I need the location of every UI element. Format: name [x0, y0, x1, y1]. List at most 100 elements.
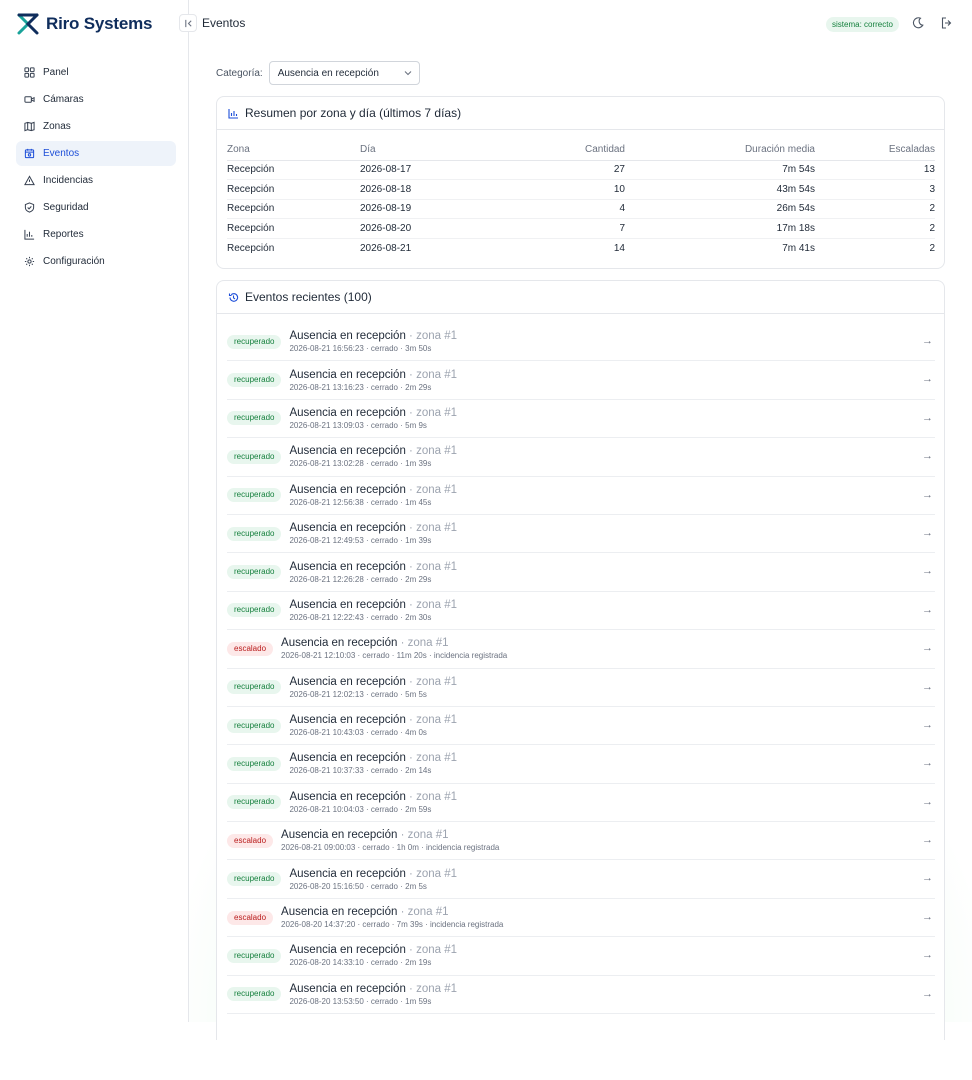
- event-row[interactable]: recuperado Ausencia en recepción · zona #…: [227, 860, 935, 899]
- arrow-right-icon[interactable]: →: [922, 757, 933, 769]
- duracion-cell: 7m 54s: [625, 160, 815, 181]
- summary-row: Recepción 2026-08-17 27 7m 54s 13: [227, 160, 935, 181]
- dashboard-icon: [24, 67, 35, 78]
- event-title: Ausencia en recepción: [289, 522, 406, 535]
- main-content: Eventos sistema: correcto Categoría: Aus…: [179, 0, 972, 1080]
- escaladas-cell: 13: [815, 160, 935, 181]
- arrow-right-icon[interactable]: →: [922, 872, 933, 884]
- event-text: Ausencia en recepción · zona #1 2026-08-2…: [281, 829, 499, 852]
- event-row[interactable]: recuperado Ausencia en recepción · zona #…: [227, 669, 935, 707]
- brand-logo[interactable]: Riro Systems: [16, 12, 152, 36]
- event-row[interactable]: recuperado Ausencia en recepción · zona #…: [227, 400, 935, 439]
- event-row[interactable]: escalado Ausencia en recepción · zona #1 2…: [227, 822, 935, 861]
- system-status-badge: sistema: correcto: [826, 17, 899, 32]
- event-zone: · zona #1: [409, 752, 457, 765]
- event-text: Ausencia en recepción · zona #1 2026-08-2…: [289, 676, 457, 699]
- sidebar-item-seguridad[interactable]: Seguridad: [16, 195, 176, 220]
- sidebar-item-reportes[interactable]: Reportes: [16, 222, 176, 247]
- arrow-right-icon[interactable]: →: [922, 373, 933, 385]
- cantidad-cell: 4: [493, 199, 625, 220]
- dia-cell: 2026-08-18: [360, 179, 493, 200]
- event-row[interactable]: recuperado Ausencia en recepción · zona #…: [227, 477, 935, 515]
- chart-icon: [24, 229, 35, 240]
- event-text: Ausencia en recepción · zona #1 2026-08-2…: [289, 330, 457, 353]
- event-row[interactable]: recuperado Ausencia en recepción · zona #…: [227, 784, 935, 823]
- event-text: Ausencia en recepción · zona #1 2026-08-2…: [289, 868, 457, 891]
- duracion-cell: 7m 41s: [782, 242, 815, 254]
- event-row[interactable]: escalado Ausencia en recepción · zona #1 2…: [227, 630, 935, 669]
- sidebar-item-panel[interactable]: Panel: [16, 60, 176, 85]
- dia-cell: 2026-08-20: [360, 218, 493, 239]
- arrow-right-icon[interactable]: →: [922, 796, 933, 808]
- event-row[interactable]: recuperado Ausencia en recepción · zona #…: [227, 937, 935, 976]
- event-row[interactable]: escalado Ausencia en recepción · zona #1 2…: [227, 899, 935, 938]
- zona-cell: Recepción: [227, 160, 360, 181]
- event-row[interactable]: recuperado Ausencia en recepción · zona #…: [227, 707, 935, 746]
- event-status-badge: recuperado: [227, 718, 282, 733]
- sidebar: Riro Systems Panel Cámaras Zonas Eventos Inc…: [0, 0, 189, 1022]
- topbar: Eventos sistema: correcto: [179, 12, 972, 36]
- event-title-line: Ausencia en recepción · zona #1: [289, 868, 457, 880]
- event-zone: · zona #1: [409, 560, 457, 573]
- arrow-right-icon[interactable]: →: [922, 642, 933, 654]
- event-title-line: Ausencia en recepción · zona #1: [289, 369, 457, 381]
- event-list: recuperado Ausencia en recepción · zona #…: [227, 323, 935, 1015]
- event-meta: 2026-08-21 12:10:03 · cerrado · 11m 20s …: [281, 651, 508, 661]
- event-title-line: Ausencia en recepción · zona #1: [289, 330, 457, 342]
- sidebar-item-zonas[interactable]: Zonas: [16, 114, 176, 139]
- arrow-right-icon[interactable]: →: [922, 335, 933, 347]
- event-row[interactable]: recuperado Ausencia en recepción · zona #…: [227, 553, 935, 592]
- sidebar-item-eventos[interactable]: Eventos: [16, 141, 176, 166]
- event-text: Ausencia en recepción · zona #1 2026-08-2…: [281, 637, 507, 660]
- arrow-right-icon[interactable]: →: [922, 489, 933, 501]
- event-meta: 2026-08-21 13:16:23 · cerrado · 2m 29s: [289, 382, 432, 392]
- event-status-badge: recuperado: [227, 526, 282, 541]
- gear-icon: [24, 256, 35, 267]
- arrow-right-icon[interactable]: →: [922, 412, 933, 424]
- arrow-right-icon[interactable]: →: [922, 681, 933, 693]
- arrow-right-icon[interactable]: →: [922, 565, 933, 577]
- event-text: Ausencia en recepción · zona #1 2026-08-2…: [289, 522, 457, 545]
- sidebar-item-configuracion[interactable]: Configuración: [16, 249, 176, 274]
- logout-icon[interactable]: [940, 16, 954, 30]
- chevron-down-icon: [404, 71, 412, 76]
- collapse-sidebar-button[interactable]: [179, 14, 197, 32]
- event-row[interactable]: recuperado Ausencia en recepción · zona #…: [227, 745, 935, 784]
- event-row[interactable]: recuperado Ausencia en recepción · zona #…: [227, 515, 935, 554]
- event-title-line: Ausencia en recepción · zona #1: [289, 599, 457, 611]
- event-status-badge: recuperado: [227, 565, 282, 580]
- arrow-right-icon[interactable]: →: [922, 834, 933, 846]
- event-title: Ausencia en recepción: [289, 445, 406, 458]
- sidebar-item-incidencias[interactable]: Incidencias: [16, 168, 176, 193]
- sidebar-item-camaras[interactable]: Cámaras: [16, 87, 176, 112]
- moon-icon[interactable]: [911, 16, 925, 30]
- event-row[interactable]: recuperado Ausencia en recepción · zona #…: [227, 323, 935, 362]
- event-meta: 2026-08-20 15:16:50 · cerrado · 2m 5s: [289, 881, 427, 891]
- event-title: Ausencia en recepción: [289, 598, 406, 611]
- event-meta: 2026-08-21 10:37:33 · cerrado · 2m 14s: [289, 766, 432, 776]
- arrow-right-icon[interactable]: →: [922, 911, 933, 923]
- event-title-line: Ausencia en recepción · zona #1: [281, 829, 499, 841]
- event-row[interactable]: recuperado Ausencia en recepción · zona #…: [227, 976, 935, 1015]
- event-status-badge: recuperado: [227, 795, 282, 810]
- event-status-badge: recuperado: [227, 948, 282, 963]
- event-row[interactable]: recuperado Ausencia en recepción · zona #…: [227, 438, 935, 477]
- category-select[interactable]: Ausencia en recepción: [268, 61, 420, 85]
- arrow-right-icon[interactable]: →: [922, 949, 933, 961]
- escaladas-cell: 3: [815, 179, 935, 200]
- arrow-right-icon[interactable]: →: [922, 719, 933, 731]
- arrow-right-icon[interactable]: →: [922, 604, 933, 616]
- app: Riro Systems Panel Cámaras Zonas Eventos Inc…: [0, 0, 972, 1080]
- event-title-line: Ausencia en recepción · zona #1: [281, 906, 503, 918]
- event-zone: · zona #1: [409, 790, 457, 803]
- event-status-badge: recuperado: [227, 987, 282, 1002]
- event-row[interactable]: recuperado Ausencia en recepción · zona #…: [227, 361, 935, 400]
- event-zone: · zona #1: [409, 368, 457, 381]
- shield-icon: [24, 202, 35, 213]
- event-row[interactable]: recuperado Ausencia en recepción · zona #…: [227, 592, 935, 631]
- arrow-right-icon[interactable]: →: [922, 988, 933, 1000]
- arrow-right-icon[interactable]: →: [922, 527, 933, 539]
- event-zone: · zona #1: [400, 637, 449, 650]
- event-text: Ausencia en recepción · zona #1 2026-08-2…: [289, 791, 457, 814]
- arrow-right-icon[interactable]: →: [922, 450, 933, 462]
